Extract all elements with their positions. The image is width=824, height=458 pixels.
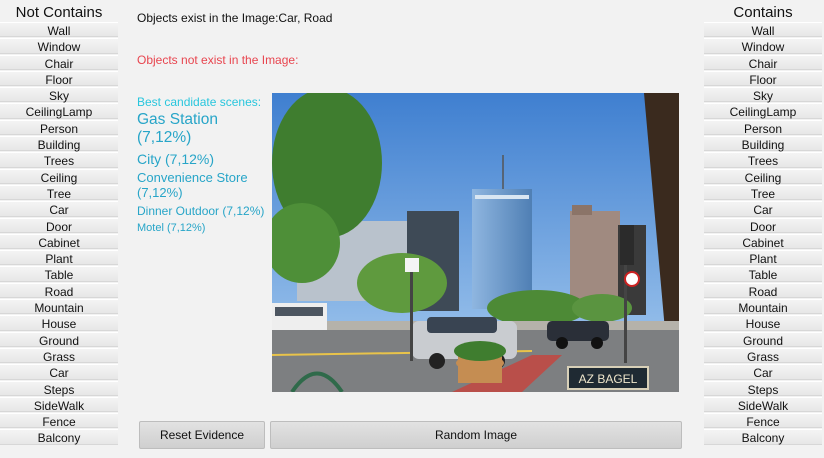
not-contains-item[interactable]: Mountain	[0, 299, 118, 315]
not-contains-item[interactable]: Ground	[0, 331, 118, 348]
contains-item[interactable]: Person	[704, 119, 822, 136]
contains-item[interactable]: Tree	[704, 184, 822, 201]
not-contains-item[interactable]: Car	[0, 201, 118, 217]
not-contains-item[interactable]: Cabinet	[0, 233, 118, 250]
contains-item[interactable]: Fence	[704, 413, 822, 429]
not-contains-item[interactable]: Car	[0, 364, 118, 380]
not-contains-item[interactable]: Grass	[0, 347, 118, 364]
contains-item[interactable]: Chair	[704, 54, 822, 71]
tree	[357, 253, 447, 313]
not-contains-item[interactable]: Balcony	[0, 429, 118, 445]
not-contains-item[interactable]: Fence	[0, 413, 118, 429]
scene-candidate: City (7,12%)	[137, 151, 215, 167]
contains-item[interactable]: Table	[704, 266, 822, 282]
contains-item[interactable]: SideWalk	[704, 396, 822, 413]
objects-not-exist-status: Objects not exist in the Image:	[137, 53, 299, 67]
not-contains-item[interactable]: Floor	[0, 70, 118, 87]
objects-exist-status: Objects exist in the Image:Car, Road	[137, 11, 333, 25]
building	[572, 205, 592, 215]
contains-title: Contains	[733, 4, 793, 21]
not-contains-item[interactable]: Wall	[0, 22, 118, 38]
contains-item[interactable]: Ceiling	[704, 168, 822, 185]
contains-item[interactable]: Floor	[704, 70, 822, 87]
contains-item[interactable]: Road	[704, 282, 822, 299]
not-contains-item[interactable]: SideWalk	[0, 396, 118, 413]
random-image-button[interactable]: Random Image	[270, 421, 682, 449]
contains-item[interactable]: CeilingLamp	[704, 103, 822, 119]
contains-item[interactable]: Wall	[704, 22, 822, 38]
contains-item[interactable]: Ground	[704, 331, 822, 348]
contains-item[interactable]: Building	[704, 136, 822, 152]
not-contains-item[interactable]: Building	[0, 136, 118, 152]
contains-item[interactable]: Cabinet	[704, 233, 822, 250]
not-contains-item[interactable]: Person	[0, 119, 118, 136]
contains-item[interactable]: Grass	[704, 347, 822, 364]
not-contains-item[interactable]: Plant	[0, 250, 118, 266]
contains-list: Wall Window Chair Floor Sky CeilingLamp Person…	[704, 22, 822, 445]
not-contains-item[interactable]: Window	[0, 38, 118, 54]
traffic-light	[620, 225, 634, 265]
best-candidate-scenes-heading: Best candidate scenes:	[137, 95, 262, 109]
contains-item[interactable]: Sky	[704, 87, 822, 103]
not-contains-item[interactable]: Tree	[0, 184, 118, 201]
contains-item[interactable]: Plant	[704, 250, 822, 266]
not-contains-item[interactable]: Trees	[0, 152, 118, 168]
contains-item[interactable]: House	[704, 315, 822, 331]
contains-item[interactable]: Mountain	[704, 299, 822, 315]
contains-item[interactable]: Steps	[704, 380, 822, 397]
not-contains-panel: Not Contains Wall Window Chair Floor Sky Ceil…	[0, 0, 118, 446]
scene-candidate: Gas Station (7,12%)	[137, 111, 218, 146]
contains-item[interactable]: Car	[704, 201, 822, 217]
not-contains-title: Not Contains	[15, 4, 103, 21]
scene-candidate: Convenience Store (7,12%)	[137, 170, 248, 200]
not-contains-item[interactable]: Door	[0, 217, 118, 234]
pole	[410, 261, 413, 361]
scene-photo: AZ BAGEL	[272, 93, 679, 392]
contains-item[interactable]: Window	[704, 38, 822, 54]
tree	[572, 294, 632, 322]
not-contains-list: Wall Window Chair Floor Sky CeilingLamp Person…	[0, 22, 118, 445]
contains-item[interactable]: Door	[704, 217, 822, 234]
not-contains-item[interactable]: Chair	[0, 54, 118, 71]
building	[475, 195, 529, 199]
bagel-sign-text: AZ BAGEL	[579, 372, 638, 386]
contains-item[interactable]: Car	[704, 364, 822, 380]
street-sign	[405, 258, 419, 272]
contains-panel: Contains Wall Window Chair Floor Sky CeilingL…	[704, 0, 822, 446]
not-contains-item[interactable]: Sky	[0, 87, 118, 103]
not-contains-item[interactable]: Ceiling	[0, 168, 118, 185]
not-contains-item[interactable]: Steps	[0, 380, 118, 397]
not-contains-item[interactable]: Table	[0, 266, 118, 282]
contains-item[interactable]: Trees	[704, 152, 822, 168]
not-contains-item[interactable]: Road	[0, 282, 118, 299]
scene-candidate: Motel (7,12%)	[137, 222, 206, 234]
reset-evidence-button[interactable]: Reset Evidence	[139, 421, 265, 449]
not-contains-item[interactable]: House	[0, 315, 118, 331]
not-contains-item[interactable]: CeilingLamp	[0, 103, 118, 119]
contains-item[interactable]: Balcony	[704, 429, 822, 445]
scene-candidate: Dinner Outdoor (7,12%)	[137, 204, 265, 218]
